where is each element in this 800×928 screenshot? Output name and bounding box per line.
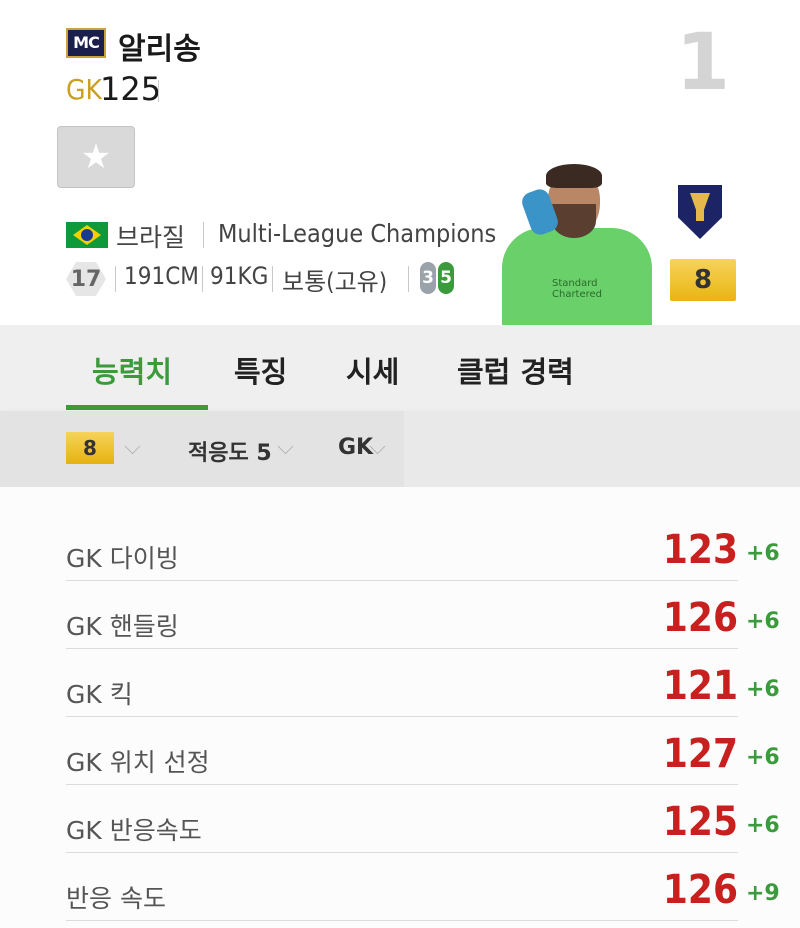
stat-name: GK 킥 [66,680,133,709]
stat-bonus: +6 [746,745,780,770]
stat-row: GK 반응속도 125 [66,785,738,853]
enhance-grade-badge: 8 [670,259,736,301]
stat-bonus: +6 [746,813,780,838]
stat-row: GK 킥 121 [66,649,738,717]
stat-value: 127 [662,731,738,777]
player-weight: 91KG [210,262,269,290]
stat-value: 123 [662,527,738,573]
stat-row: GK 위치 선정 127 [66,717,738,785]
star-icon: ★ [80,137,112,177]
divider [408,266,409,292]
player-age: 17 [70,266,102,292]
skill-moves-badge: 5 [438,262,454,294]
player-overall: 125 [100,70,162,108]
stat-name: GK 위치 선정 [66,748,210,777]
divider [272,266,273,292]
tab-traits[interactable]: 특징 [234,349,287,391]
stat-bonus: +6 [746,609,780,634]
divider [158,80,159,102]
player-league: Multi-League Champions [218,219,497,248]
stat-bonus: +9 [746,881,780,906]
season-badge: MC [66,28,106,58]
rank-number: 1 [675,18,730,108]
player-name: 알리송 [118,32,201,67]
stat-value: 126 [662,867,738,913]
stat-name: GK 반응속도 [66,816,202,845]
filter-bar: 8 적응도 5 GK [0,411,800,487]
player-photo: Standard Chartered [500,160,652,325]
player-nation: 브라질 [116,223,186,252]
stat-value: 125 [662,799,738,845]
brazil-flag-icon [66,222,108,248]
stats-list: GK 다이빙 123 +6 GK 핸들링 126 +6 GK 킥 121 +6 … [0,487,800,928]
player-position: GK [66,73,103,106]
player-header: MC 알리송 GK 125 1 ★ 브라질 Multi-League Champ… [0,0,800,325]
stat-row: 반응 속도 126 [66,853,738,921]
tab-stats[interactable]: 능력치 [92,349,172,391]
age-badge: 17 [66,262,106,296]
stat-row: GK 다이빙 123 [66,513,738,581]
position-select[interactable]: GK [338,435,373,460]
shirt-sponsor: Standard Chartered [552,278,603,300]
favorite-button[interactable]: ★ [57,126,135,188]
stat-name: 반응 속도 [66,884,166,913]
divider [202,266,203,292]
weak-foot-badge: 3 [420,262,436,294]
stat-row: GK 핸들링 126 [66,581,738,649]
tab-club-career[interactable]: 클럽 경력 [457,349,574,391]
tab-bar: 능력치 특징 시세 클럽 경력 [0,325,800,412]
stat-value: 121 [662,663,738,709]
stat-bonus: +6 [746,541,780,566]
divider [203,222,204,248]
tab-price[interactable]: 시세 [346,349,399,391]
player-height: 191CM [124,262,199,290]
trophy-shield-icon [678,185,722,239]
grade-select[interactable]: 8 [66,432,114,464]
stat-name: GK 핸들링 [66,612,179,641]
divider [115,266,116,292]
active-tab-indicator [66,405,208,410]
player-body-type: 보통(고유) [282,268,388,296]
stat-name: GK 다이빙 [66,544,179,573]
stat-value: 126 [662,595,738,641]
stat-bonus: +6 [746,677,780,702]
adaptability-select[interactable]: 적응도 5 [188,435,272,467]
